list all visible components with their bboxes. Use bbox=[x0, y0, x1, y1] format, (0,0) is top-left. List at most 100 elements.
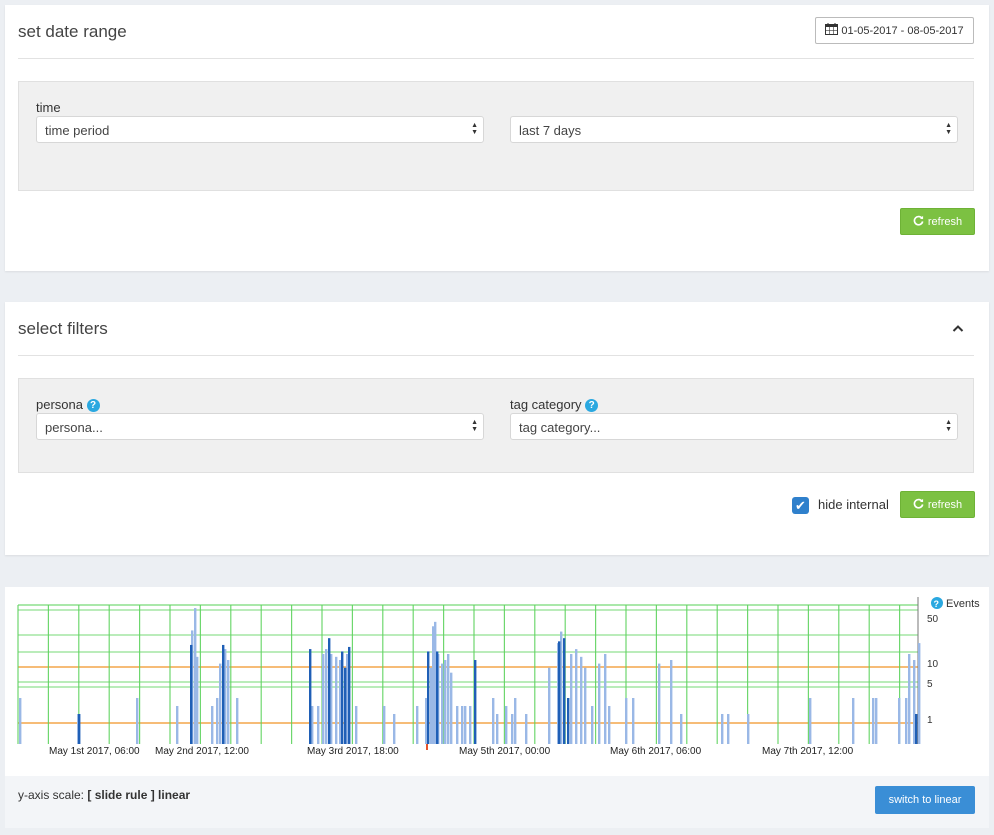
event-bar bbox=[355, 706, 358, 744]
event-bar bbox=[492, 698, 495, 744]
event-bar bbox=[747, 714, 750, 744]
event-bar bbox=[474, 660, 477, 744]
event-bar bbox=[464, 706, 467, 744]
event-bar bbox=[427, 651, 430, 744]
time-type-select[interactable]: time period ▲ ▼ bbox=[36, 116, 484, 143]
x-tick-label: May 6th 2017, 06:00 bbox=[610, 746, 702, 757]
x-tick-label: May 1st 2017, 06:00 bbox=[49, 746, 140, 757]
filters-well: persona ? persona... ▲ ▼ tag category ? t… bbox=[18, 378, 974, 473]
event-bar bbox=[598, 663, 601, 744]
event-bar bbox=[444, 660, 447, 744]
event-bar bbox=[548, 667, 551, 744]
events-chart-panel: 50 10 5 1 May 1st 2017, 06:00 May 2nd 2017, 1… bbox=[5, 587, 989, 776]
date-range-button[interactable]: 01-05-2017 - 08-05-2017 bbox=[815, 17, 974, 44]
event-bar bbox=[563, 638, 566, 744]
event-bar bbox=[558, 641, 561, 744]
tag-category-label: tag category ? bbox=[510, 397, 599, 413]
event-bar bbox=[136, 698, 139, 744]
event-bar bbox=[915, 714, 918, 744]
event-bar bbox=[211, 706, 214, 744]
help-icon[interactable]: ? bbox=[585, 399, 599, 413]
filters-refresh-button[interactable]: refresh bbox=[900, 491, 975, 518]
switch-to-linear-button[interactable]: switch to linear bbox=[875, 786, 975, 814]
event-bar bbox=[632, 698, 635, 744]
event-bar bbox=[514, 698, 517, 744]
event-bar bbox=[658, 663, 661, 744]
select-arrows-icon: ▲ ▼ bbox=[945, 419, 952, 433]
event-bar bbox=[721, 714, 724, 744]
event-bar bbox=[898, 698, 901, 744]
refresh-label: refresh bbox=[927, 498, 963, 511]
event-bar bbox=[348, 646, 351, 744]
event-bar bbox=[176, 706, 179, 744]
help-icon[interactable]: ? bbox=[86, 399, 100, 413]
filters-divider bbox=[18, 355, 974, 356]
time-period-select[interactable]: last 7 days ▲ ▼ bbox=[510, 116, 958, 143]
event-bar bbox=[608, 706, 611, 744]
time-label: time bbox=[36, 100, 61, 115]
event-bar bbox=[872, 698, 875, 744]
event-bar bbox=[727, 714, 730, 744]
y-scale-value: [ slide rule ] linear bbox=[87, 788, 191, 802]
y-tick-label: 1 bbox=[927, 715, 933, 726]
x-tick-label: May 5th 2017, 00:00 bbox=[459, 746, 551, 757]
select-arrows-icon: ▲ ▼ bbox=[471, 419, 478, 433]
event-bar bbox=[19, 698, 22, 744]
event-bar bbox=[309, 649, 312, 744]
event-bar bbox=[456, 706, 459, 744]
event-bar bbox=[575, 649, 578, 744]
event-bar bbox=[591, 706, 594, 744]
event-bar bbox=[227, 660, 230, 744]
event-bar bbox=[325, 649, 328, 744]
event-bar bbox=[450, 672, 453, 744]
collapse-chevron-icon[interactable] bbox=[952, 320, 964, 338]
y-tick-label: 10 bbox=[927, 659, 939, 670]
help-icon-glyph: ? bbox=[934, 599, 940, 609]
legend-label: Events bbox=[946, 598, 980, 610]
event-bar bbox=[567, 698, 570, 744]
x-tick-label: May 3rd 2017, 18:00 bbox=[307, 746, 399, 757]
refresh-icon bbox=[913, 215, 924, 229]
event-bar bbox=[335, 656, 338, 744]
y-tick-label: 5 bbox=[927, 679, 933, 690]
event-bar bbox=[447, 654, 450, 744]
select-arrows-icon: ▲ ▼ bbox=[945, 122, 952, 136]
date-range-text: 01-05-2017 - 08-05-2017 bbox=[841, 24, 964, 37]
event-bar bbox=[441, 663, 444, 744]
time-period-value: last 7 days bbox=[519, 123, 582, 138]
event-bar bbox=[908, 654, 911, 744]
select-arrows-icon: ▲ ▼ bbox=[471, 122, 478, 136]
event-bar bbox=[680, 714, 683, 744]
event-bar bbox=[78, 714, 81, 744]
event-bar bbox=[317, 706, 320, 744]
y-scale-text: y-axis scale: [ slide rule ] linear bbox=[18, 788, 190, 802]
event-bar bbox=[670, 660, 673, 744]
persona-label: persona ? bbox=[36, 397, 100, 413]
event-bar bbox=[469, 706, 472, 744]
event-bar bbox=[393, 714, 396, 744]
chart-footer: y-axis scale: [ slide rule ] linear swit… bbox=[5, 776, 989, 828]
events-chart[interactable]: 50 10 5 1 May 1st 2017, 06:00 May 2nd 2017, 1… bbox=[5, 587, 989, 776]
event-bar bbox=[219, 663, 222, 744]
tag-category-select[interactable]: tag category... ▲ ▼ bbox=[510, 413, 958, 440]
event-bar bbox=[436, 651, 439, 744]
refresh-button[interactable]: refresh bbox=[900, 208, 975, 235]
event-bar bbox=[196, 656, 199, 744]
event-bar bbox=[328, 638, 331, 744]
time-marker bbox=[426, 744, 428, 750]
event-bar bbox=[511, 714, 514, 744]
persona-select[interactable]: persona... ▲ ▼ bbox=[36, 413, 484, 440]
event-bar bbox=[322, 654, 325, 744]
event-bar bbox=[341, 651, 344, 744]
y-tick-label: 50 bbox=[927, 614, 939, 625]
event-bar bbox=[505, 706, 508, 744]
date-range-panel: set date range 01-05-2017 - 08-05-2017 t… bbox=[5, 5, 989, 271]
x-tick-label: May 7th 2017, 12:00 bbox=[762, 746, 854, 757]
event-bar bbox=[383, 706, 386, 744]
hide-internal-label: hide internal bbox=[818, 497, 889, 512]
event-bar bbox=[236, 698, 239, 744]
persona-placeholder: persona... bbox=[45, 420, 103, 435]
persona-label-text: persona bbox=[36, 397, 83, 412]
event-bar bbox=[461, 706, 464, 744]
hide-internal-checkbox[interactable]: ✔ bbox=[792, 497, 809, 514]
